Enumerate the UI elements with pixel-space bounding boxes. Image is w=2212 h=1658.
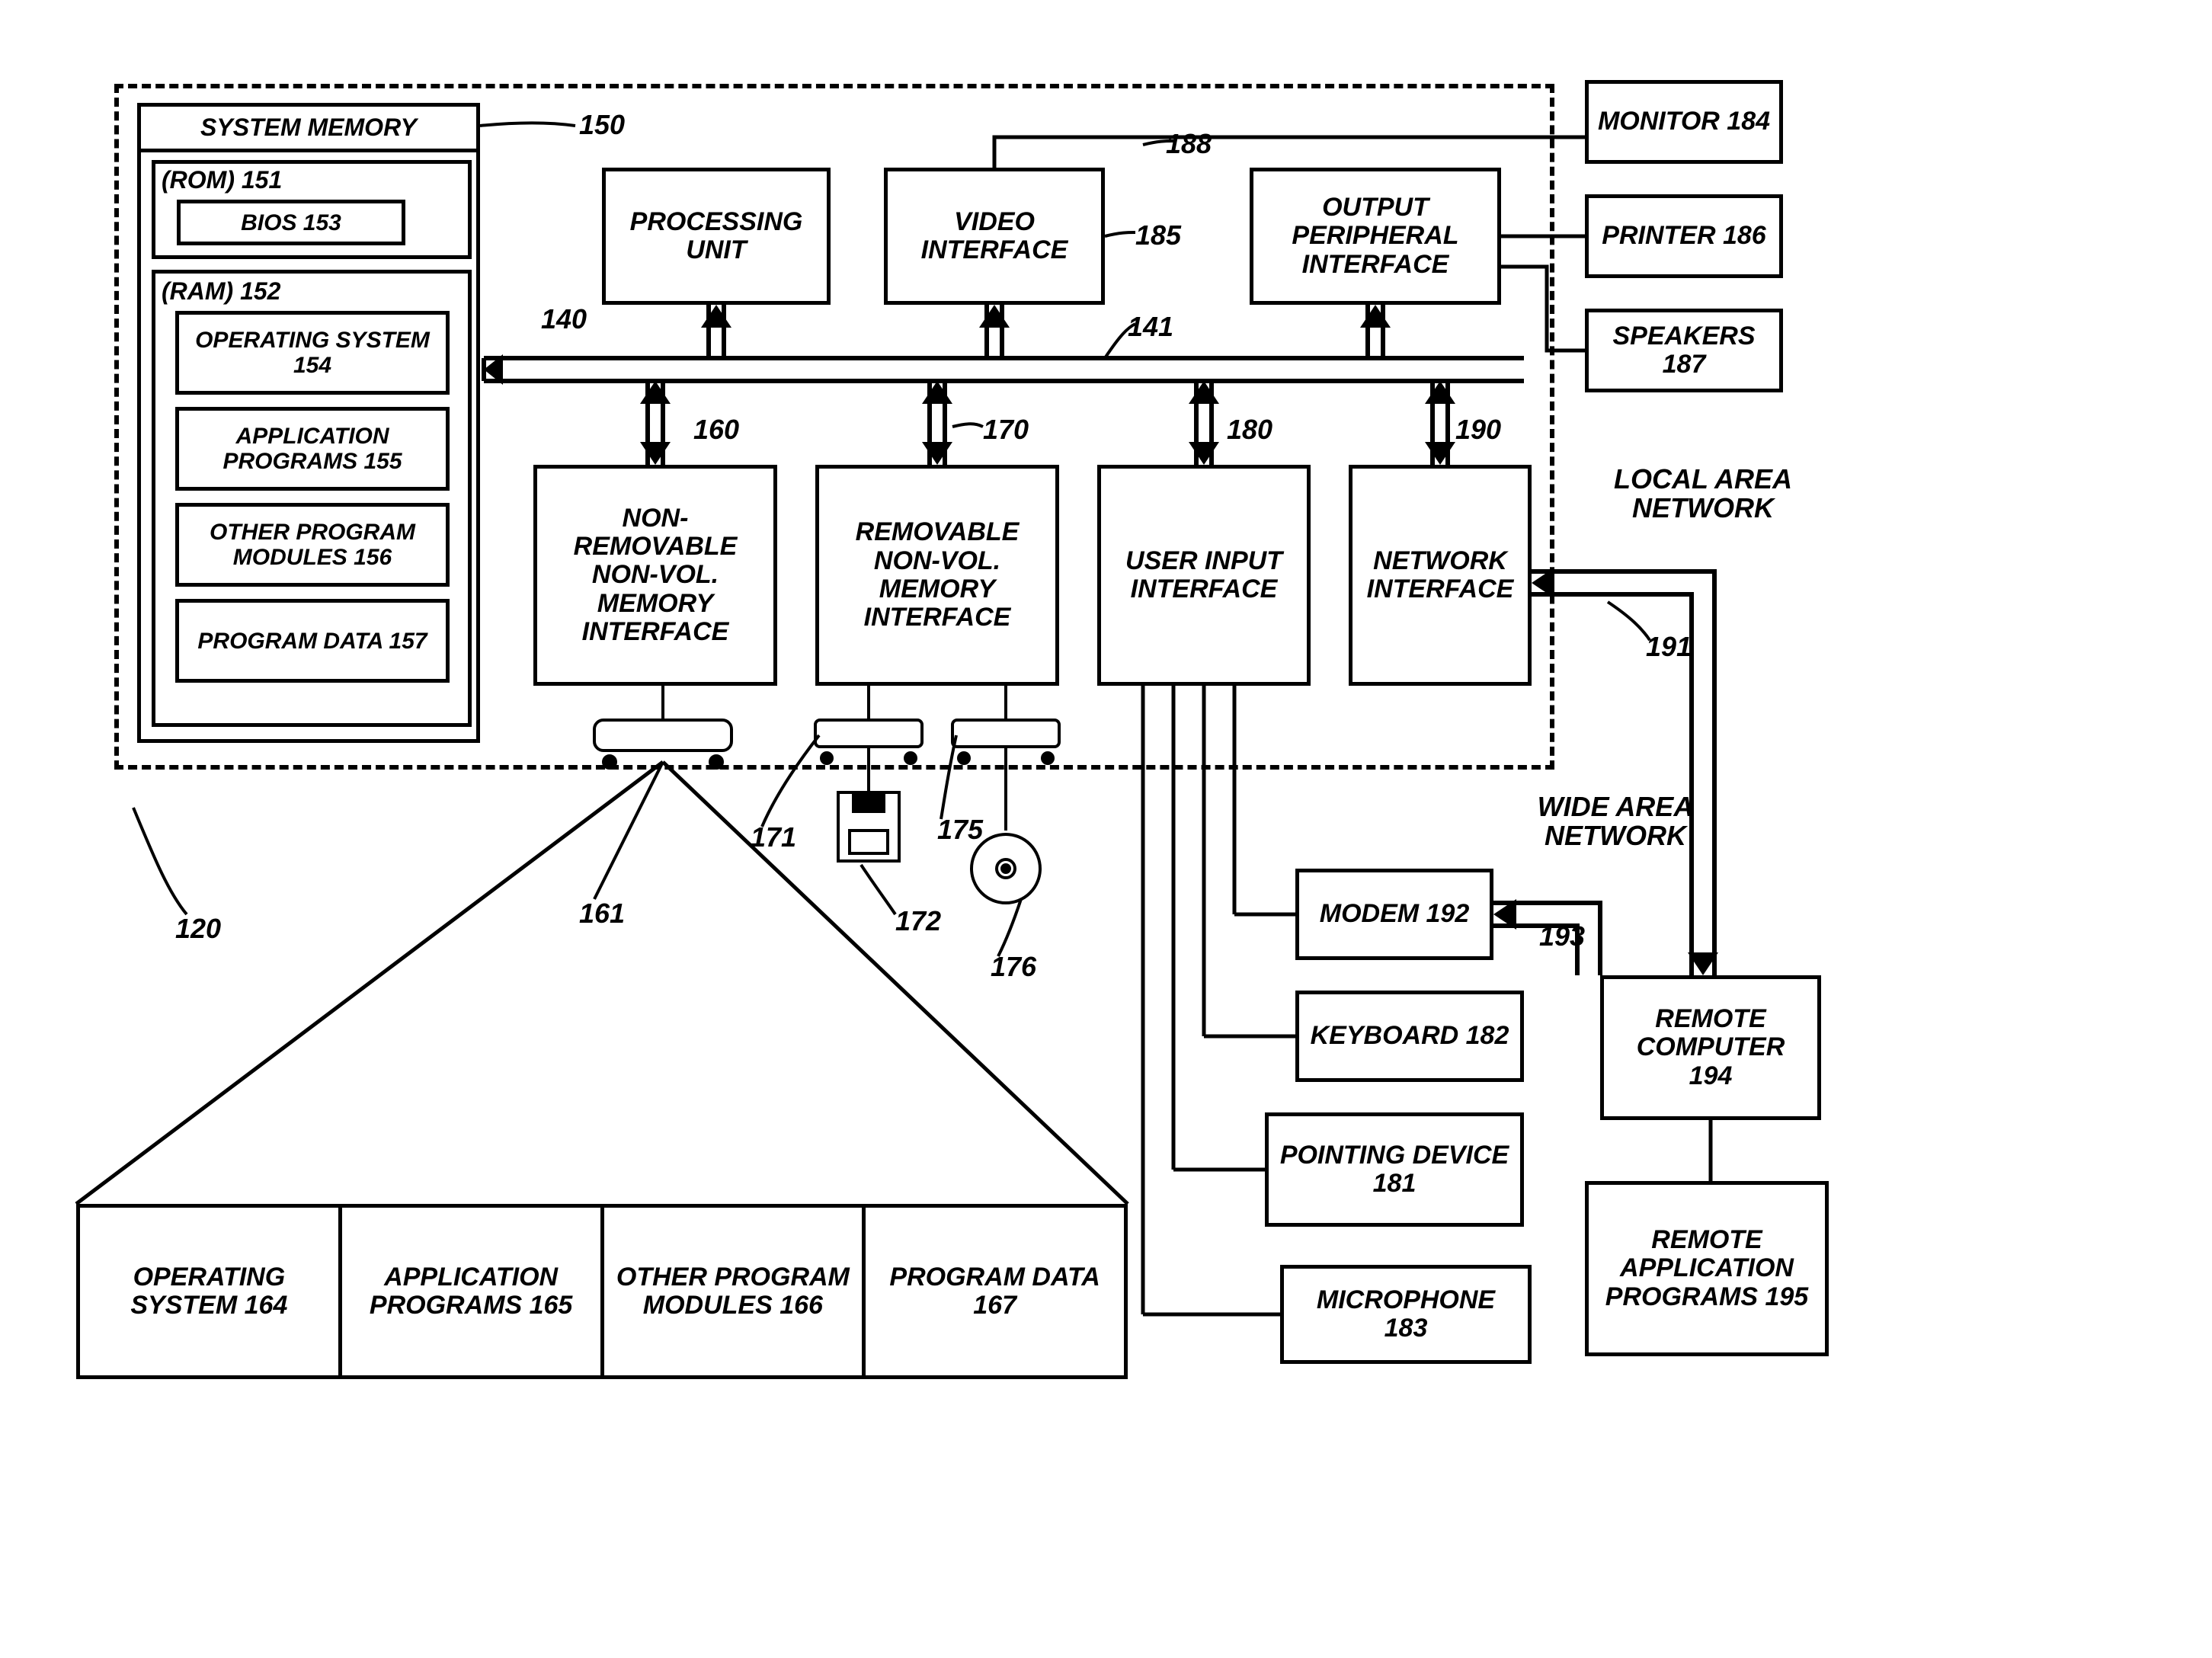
processing-unit: PROCESSING UNIT: [602, 168, 831, 305]
user-input-interface: USER INPUT INTERFACE: [1097, 465, 1311, 686]
storage-data: PROGRAM DATA 167: [866, 1208, 1124, 1375]
keyboard: KEYBOARD 182: [1295, 991, 1524, 1082]
ref-176: 176: [991, 952, 1036, 981]
ref-188: 188: [1166, 130, 1212, 158]
ref-170: 170: [983, 415, 1029, 444]
ram-apps: APPLICATION PROGRAMS 155: [175, 407, 450, 491]
printer: PRINTER 186: [1585, 194, 1783, 278]
modem: MODEM 192: [1295, 869, 1493, 960]
ref-180: 180: [1227, 415, 1272, 444]
ref-wan: WIDE AREA NETWORK: [1532, 792, 1699, 850]
ram-group: (RAM) 152 OPERATING SYSTEM 154 APPLICATI…: [152, 270, 472, 727]
ref-160: 160: [693, 415, 739, 444]
storage-os: OPERATING SYSTEM 164: [80, 1208, 342, 1375]
ref-150: 150: [579, 110, 625, 139]
storage-row: OPERATING SYSTEM 164 APPLICATION PROGRAM…: [76, 1204, 1128, 1379]
non-removable-nvm-interface: NON-REMOVABLE NON-VOL. MEMORY INTERFACE: [533, 465, 777, 686]
ref-185: 185: [1135, 221, 1181, 250]
ref-171: 171: [751, 823, 796, 852]
rom-group: (ROM) 151 BIOS 153: [152, 160, 472, 259]
ref-141: 141: [1128, 312, 1173, 341]
pointing-device: POINTING DEVICE 181: [1265, 1112, 1524, 1227]
ram-label: (RAM) 152: [162, 278, 462, 305]
ref-140: 140: [541, 305, 587, 334]
system-memory-title: SYSTEM MEMORY: [141, 107, 476, 152]
ref-161: 161: [579, 899, 625, 928]
rom-label: (ROM) 151: [162, 167, 462, 194]
speakers: SPEAKERS 187: [1585, 309, 1783, 392]
remote-apps: REMOTE APPLICATION PROGRAMS 195: [1585, 1181, 1829, 1356]
ram-modules: OTHER PROGRAM MODULES 156: [175, 503, 450, 587]
bios: BIOS 153: [177, 200, 405, 245]
storage-apps: APPLICATION PROGRAMS 165: [342, 1208, 604, 1375]
ref-lan: LOCAL AREA NETWORK: [1608, 465, 1798, 523]
removable-nvm-interface: REMOVABLE NON-VOL. MEMORY INTERFACE: [815, 465, 1059, 686]
video-interface: VIDEO INTERFACE: [884, 168, 1105, 305]
storage-modules: OTHER PROGRAM MODULES 166: [604, 1208, 866, 1375]
ram-data: PROGRAM DATA 157: [175, 599, 450, 683]
monitor: MONITOR 184: [1585, 80, 1783, 164]
ram-os: OPERATING SYSTEM 154: [175, 311, 450, 395]
remote-computer: REMOTE COMPUTER 194: [1600, 975, 1821, 1120]
microphone: MICROPHONE 183: [1280, 1265, 1532, 1364]
ref-120: 120: [175, 914, 221, 943]
ref-193: 193: [1539, 922, 1585, 951]
ref-190: 190: [1455, 415, 1501, 444]
ref-191: 191: [1646, 632, 1692, 661]
network-interface: NETWORK INTERFACE: [1349, 465, 1532, 686]
ref-172: 172: [895, 907, 941, 936]
ref-175: 175: [937, 815, 983, 844]
output-peripheral-interface: OUTPUT PERIPHERAL INTERFACE: [1250, 168, 1501, 305]
system-memory: SYSTEM MEMORY (ROM) 151 BIOS 153 (RAM) 1…: [137, 103, 480, 743]
